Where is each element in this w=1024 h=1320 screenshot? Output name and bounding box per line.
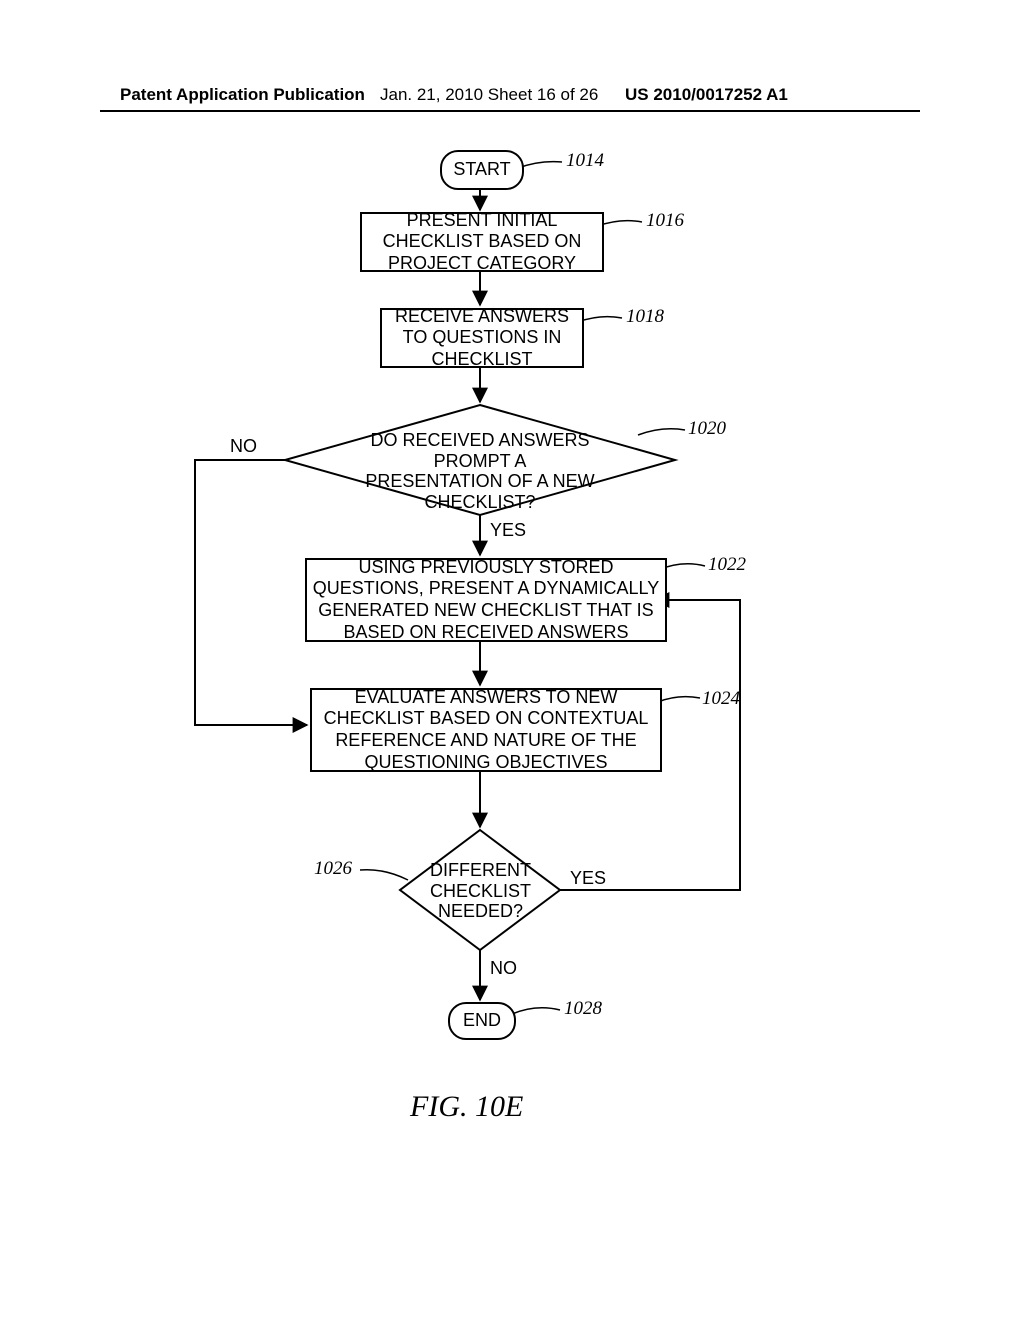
flowchart-svg — [100, 130, 920, 1230]
ref-1028: 1028 — [564, 998, 602, 1020]
receive-answers-text: RECEIVE ANSWERS TO QUESTIONS IN CHECKLIS… — [382, 306, 582, 371]
header-center: Jan. 21, 2010 Sheet 16 of 26 — [380, 85, 598, 105]
start-terminator: START — [440, 150, 524, 190]
evaluate-text: EVALUATE ANSWERS TO NEW CHECKLIST BASED … — [316, 687, 656, 773]
ref-1020: 1020 — [688, 418, 726, 440]
ref-1018: 1018 — [626, 306, 664, 328]
decision-prompt-text: DO RECEIVED ANSWERS PROMPT A PRESENTATIO… — [365, 430, 595, 513]
edge-no-1: NO — [230, 436, 257, 457]
ref-1016: 1016 — [646, 210, 684, 232]
present-new-text: USING PREVIOUSLY STORED QUESTIONS, PRESE… — [311, 557, 661, 643]
flowchart-sheet: START 1014 PRESENT INITIAL CHECKLIST BAS… — [100, 130, 920, 1230]
header-rule — [100, 110, 920, 112]
end-text: END — [463, 1010, 501, 1032]
figure-caption: FIG. 10E — [410, 1090, 523, 1124]
header-right: US 2010/0017252 A1 — [625, 85, 788, 105]
ref-1014: 1014 — [566, 150, 604, 172]
edge-yes-1: YES — [490, 520, 526, 541]
header-left: Patent Application Publication — [120, 85, 365, 105]
present-new-box: USING PREVIOUSLY STORED QUESTIONS, PRESE… — [305, 558, 667, 642]
ref-1022: 1022 — [708, 554, 746, 576]
ref-1026: 1026 — [314, 858, 352, 880]
present-initial-box: PRESENT INITIAL CHECKLIST BASED ON PROJE… — [360, 212, 604, 272]
end-terminator: END — [448, 1002, 516, 1040]
present-initial-text: PRESENT INITIAL CHECKLIST BASED ON PROJE… — [362, 210, 602, 275]
decision-diff-text: DIFFERENT CHECKLIST NEEDED? — [428, 860, 533, 922]
ref-1024: 1024 — [702, 688, 740, 710]
receive-answers-box: RECEIVE ANSWERS TO QUESTIONS IN CHECKLIS… — [380, 308, 584, 368]
evaluate-box: EVALUATE ANSWERS TO NEW CHECKLIST BASED … — [310, 688, 662, 772]
edge-no-2: NO — [490, 958, 517, 979]
edge-yes-2: YES — [570, 868, 606, 889]
start-text: START — [453, 159, 510, 181]
